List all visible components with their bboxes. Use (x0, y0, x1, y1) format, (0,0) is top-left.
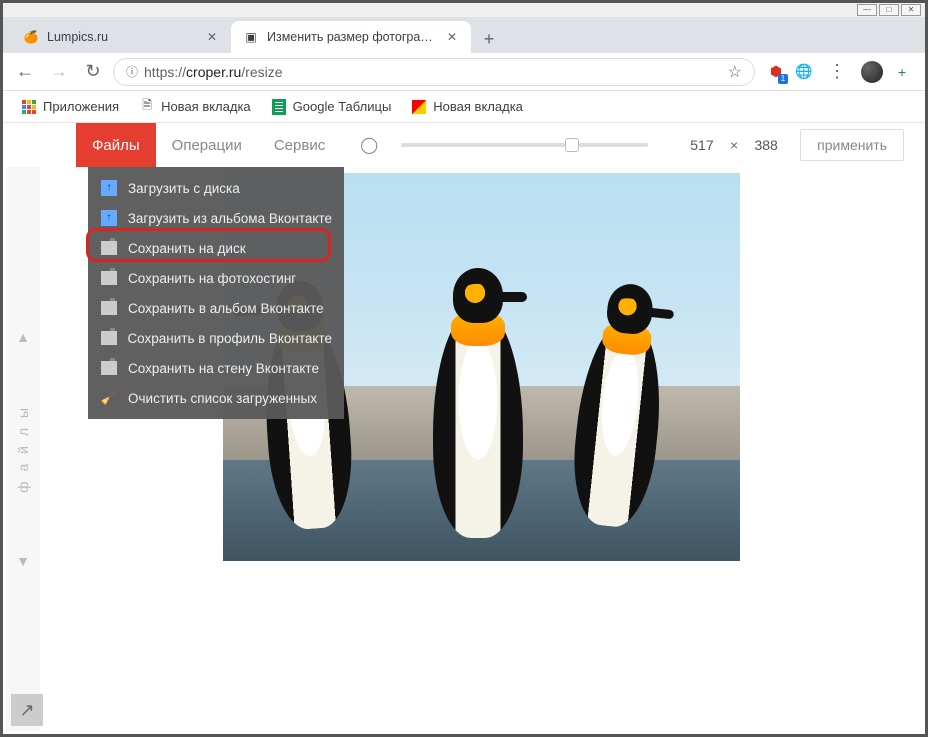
apply-button[interactable]: применить (800, 129, 904, 161)
bookmark-label: Google Таблицы (293, 99, 392, 114)
croper-toolbar: Файлы Операции Сервис ◯ × применить (6, 123, 922, 167)
apps-shortcut[interactable]: Приложения (13, 95, 127, 119)
width-input[interactable] (680, 132, 724, 158)
menu-save-to-vk-profile[interactable]: Сохранить в профиль Вконтакте (88, 323, 344, 353)
yandex-icon (411, 99, 427, 115)
reset-icon[interactable]: ◯ (357, 133, 381, 157)
url-path: /resize (241, 64, 282, 80)
address-bar[interactable]: ⓘ https://croper.ru/resize ☆ (113, 58, 755, 86)
penguin-center (433, 308, 523, 538)
files-dropdown-menu: Загрузить с диска Загрузить из альбома В… (88, 167, 344, 419)
browser-toolbar: ← → ↻ ⓘ https://croper.ru/resize ☆ ⬢1 🌐 … (3, 53, 925, 91)
upload-icon (100, 179, 118, 197)
new-tab-button[interactable]: + (475, 25, 503, 53)
toolbar-tab-operations[interactable]: Операции (156, 123, 258, 167)
menu-item-label: Сохранить на фотохостинг (128, 271, 296, 286)
height-input[interactable] (744, 132, 788, 158)
browser-tab-strip: 🍊 Lumpics.ru ✕ ▣ Изменить размер фотогра… (3, 17, 925, 53)
back-button[interactable]: ← (11, 58, 39, 86)
bookmark-google-sheets[interactable]: Google Таблицы (263, 95, 400, 119)
menu-item-label: Сохранить на стену Вконтакте (128, 361, 319, 376)
zoom-slider[interactable] (401, 143, 648, 147)
favicon-orange-icon: 🍊 (23, 29, 39, 45)
menu-item-label: Сохранить в профиль Вконтакте (127, 331, 332, 346)
clear-icon: 🧹 (100, 389, 118, 407)
url-host: croper.ru (186, 64, 241, 80)
window-title-bar: — □ ✕ (3, 3, 925, 17)
tab-title: Lumpics.ru (47, 30, 197, 44)
extension-globe-icon[interactable]: 🌐 (795, 63, 813, 81)
menu-item-label: Сохранить в альбом Вконтакте (128, 301, 324, 316)
menu-item-label: Очистить список загруженных (128, 391, 317, 406)
tab-close-icon[interactable]: ✕ (445, 30, 459, 44)
menu-load-from-vk-album[interactable]: Загрузить из альбома Вконтакте (88, 203, 344, 233)
times-label: × (730, 137, 738, 153)
toolbar-tab-service[interactable]: Сервис (258, 123, 341, 167)
reload-button[interactable]: ↻ (79, 58, 107, 86)
browser-menu-icon[interactable]: ⋮ (823, 58, 851, 86)
extension-adblock-icon[interactable]: ⬢1 (767, 63, 785, 81)
page-content: Файлы Операции Сервис ◯ × применить ▲ ф … (6, 123, 922, 731)
menu-save-to-photohosting[interactable]: Сохранить на фотохостинг (88, 263, 344, 293)
menu-item-label: Загрузить из альбома Вконтакте (128, 211, 332, 226)
bookmark-label: Новая вкладка (433, 99, 523, 114)
menu-load-from-disk[interactable]: Загрузить с диска (88, 173, 344, 203)
url-protocol: https:// (144, 64, 186, 80)
bookmark-star-icon[interactable]: ☆ (728, 62, 742, 82)
zoom-slider-wrap (381, 143, 668, 147)
menu-save-to-disk[interactable]: Сохранить на диск (88, 233, 344, 263)
share-button[interactable]: ↗ (11, 694, 43, 726)
rail-label: ф а й л ы (15, 405, 31, 493)
menu-item-label: Загрузить с диска (128, 181, 240, 196)
slider-thumb[interactable] (565, 138, 579, 152)
sheets-icon (271, 99, 287, 115)
left-rail: ▲ ф а й л ы ▼ (6, 167, 40, 731)
screenshot-frame: — □ ✕ 🍊 Lumpics.ru ✕ ▣ Изменить размер ф… (0, 0, 928, 737)
window-maximize-button[interactable]: □ (879, 4, 899, 16)
disk-icon (100, 239, 118, 257)
document-icon: 🗎 (139, 99, 155, 115)
bookmark-new-tab-1[interactable]: 🗎 Новая вкладка (131, 95, 259, 119)
disk-icon (100, 329, 117, 347)
dimensions: × (668, 132, 800, 158)
window-minimize-button[interactable]: — (857, 4, 877, 16)
apps-grid-icon (21, 99, 37, 115)
menu-save-to-vk-album[interactable]: Сохранить в альбом Вконтакте (88, 293, 344, 323)
extension-plus-icon[interactable]: + (893, 63, 911, 81)
upload-icon (100, 209, 118, 227)
menu-clear-uploaded-list[interactable]: 🧹 Очистить список загруженных (88, 383, 344, 413)
bookmark-label: Новая вкладка (161, 99, 251, 114)
disk-icon (100, 299, 118, 317)
window-close-button[interactable]: ✕ (901, 4, 921, 16)
menu-item-label: Сохранить на диск (128, 241, 246, 256)
disk-icon (100, 269, 118, 287)
browser-tab-lumpics[interactable]: 🍊 Lumpics.ru ✕ (11, 21, 231, 53)
bookmark-label: Приложения (43, 99, 119, 114)
bookmarks-bar: Приложения 🗎 Новая вкладка Google Таблиц… (3, 91, 925, 123)
bookmark-new-tab-2[interactable]: Новая вкладка (403, 95, 531, 119)
site-info-icon[interactable]: ⓘ (126, 63, 138, 80)
forward-button[interactable]: → (45, 58, 73, 86)
menu-save-to-vk-wall[interactable]: Сохранить на стену Вконтакте (88, 353, 344, 383)
tab-title: Изменить размер фотографии (267, 30, 437, 44)
extension-icons: ⬢1 🌐 ⋮ + (761, 58, 917, 86)
favicon-crop-icon: ▣ (243, 29, 259, 45)
browser-tab-croper[interactable]: ▣ Изменить размер фотографии ✕ (231, 21, 471, 53)
rail-up-arrow-icon[interactable]: ▲ (16, 329, 30, 345)
tab-close-icon[interactable]: ✕ (205, 30, 219, 44)
rail-down-arrow-icon[interactable]: ▼ (16, 553, 30, 569)
profile-avatar[interactable] (861, 61, 883, 83)
toolbar-tab-files[interactable]: Файлы (76, 123, 156, 167)
disk-icon (100, 359, 118, 377)
